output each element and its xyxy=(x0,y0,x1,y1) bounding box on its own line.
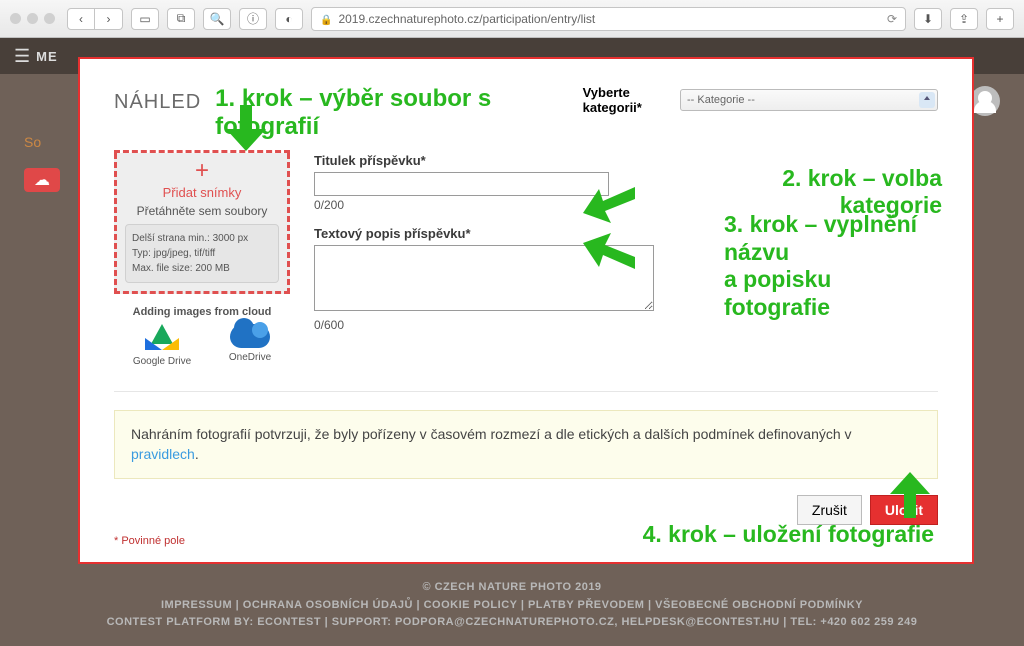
add-file-plus-icon: + xyxy=(125,159,279,183)
confirm-text: Nahráním fotografií potvrzuji, že byly p… xyxy=(131,426,852,442)
category-label: Vyberte kategorii* xyxy=(583,85,674,115)
upload-confirmation-box: Nahráním fotografií potvrzuji, že byly p… xyxy=(114,410,938,479)
step3-line2: a popisku fotografie xyxy=(724,266,831,320)
category-select[interactable]: -- Kategorie -- xyxy=(680,89,938,111)
tabs-icon[interactable]: ⧉ xyxy=(167,8,195,30)
title-field-label: Titulek příspěvku* xyxy=(314,153,654,168)
required-text: Povinné pole xyxy=(121,535,185,547)
reload-icon[interactable]: ⟳ xyxy=(887,12,897,26)
onedrive-label: OneDrive xyxy=(229,352,271,363)
step3-annotation: 3. krok – vyplnění názvu a popisku fotog… xyxy=(724,211,938,321)
lock-icon xyxy=(320,12,332,26)
footer-support: CONTEST PLATFORM BY: ECONTEST | SUPPORT:… xyxy=(20,614,1004,632)
address-bar[interactable]: 2019.czechnaturephoto.cz/participation/e… xyxy=(311,7,906,31)
preview-heading: NÁHLED xyxy=(114,91,201,114)
nav-back-forward: ‹ › xyxy=(67,8,123,30)
footer-links[interactable]: IMPRESSUM | OCHRANA OSOBNÍCH ÚDAJŮ | COO… xyxy=(20,597,1004,615)
req-min-side: Delší strana min.: 3000 px xyxy=(132,231,272,246)
back-button[interactable]: ‹ xyxy=(67,8,95,30)
req-max-size: Max. file size: 200 MB xyxy=(132,261,272,276)
hamburger-icon[interactable]: ☰ xyxy=(14,46,30,67)
cloud-upload-title: Adding images from cloud xyxy=(114,306,290,318)
upload-requirements: Delší strana min.: 3000 px Typ: jpg/jpeg… xyxy=(125,224,279,283)
google-drive-button[interactable]: Google Drive xyxy=(133,324,191,367)
maximize-window-icon[interactable] xyxy=(44,13,55,24)
file-drop-zone[interactable]: + Přidat snímky Přetáhněte sem soubory D… xyxy=(114,153,290,294)
zoom-icon[interactable]: 🔍 xyxy=(203,8,231,30)
minimize-window-icon[interactable] xyxy=(27,13,38,24)
cloud-upload-icon[interactable]: ☁ xyxy=(24,168,60,192)
arrow-step3a-icon xyxy=(583,183,635,225)
footer-copyright: © CZECH NATURE PHOTO 2019 xyxy=(20,579,1004,597)
drag-hint: Přetáhněte sem soubory xyxy=(125,204,279,218)
new-tab-icon[interactable]: + xyxy=(986,8,1014,30)
arrow-step4-icon xyxy=(890,472,930,518)
close-window-icon[interactable] xyxy=(10,13,21,24)
sidebar-toggle-icon[interactable]: ▭ xyxy=(131,8,159,30)
entry-upload-modal: NÁHLED 1. krok – výběr soubor s fotograf… xyxy=(78,57,974,564)
downloads-icon[interactable]: ⬇ xyxy=(914,8,942,30)
req-type: Typ: jpg/jpeg, tif/tiff xyxy=(132,246,272,261)
step3-line1: 3. krok – vyplnění názvu xyxy=(724,211,917,265)
forward-button[interactable]: › xyxy=(95,8,123,30)
onedrive-icon xyxy=(230,324,270,348)
confirm-suffix: . xyxy=(195,446,199,462)
google-drive-label: Google Drive xyxy=(133,356,191,367)
step1-annotation: 1. krok – výběr soubor s fotografií xyxy=(215,85,582,141)
title-input[interactable] xyxy=(314,172,609,196)
menu-label: ME xyxy=(36,49,58,64)
share-icon[interactable]: ⇪ xyxy=(950,8,978,30)
arrow-step3b-icon xyxy=(583,231,635,273)
rules-link[interactable]: pravidlech xyxy=(131,446,195,462)
bg-so-label: So xyxy=(24,134,76,154)
arrow-step1-icon xyxy=(226,105,266,153)
reader-icon[interactable]: ◐ xyxy=(275,8,303,30)
info-icon[interactable]: ⓘ xyxy=(239,8,267,30)
google-drive-icon xyxy=(145,324,179,352)
add-images-label: Přidat snímky xyxy=(125,185,279,200)
window-controls xyxy=(10,13,55,24)
step4-annotation: 4. krok – uložení fotografie xyxy=(643,521,934,548)
site-footer: © CZECH NATURE PHOTO 2019 IMPRESSUM | OC… xyxy=(0,571,1024,646)
onedrive-button[interactable]: OneDrive xyxy=(229,324,271,367)
browser-toolbar: ‹ › ▭ ⧉ 🔍 ⓘ ◐ 2019.czechnaturephoto.cz/p… xyxy=(0,0,1024,38)
url-text: 2019.czechnaturephoto.cz/participation/e… xyxy=(338,12,595,26)
user-avatar[interactable] xyxy=(970,86,1000,116)
description-counter: 0/600 xyxy=(314,318,654,332)
divider xyxy=(114,391,938,392)
